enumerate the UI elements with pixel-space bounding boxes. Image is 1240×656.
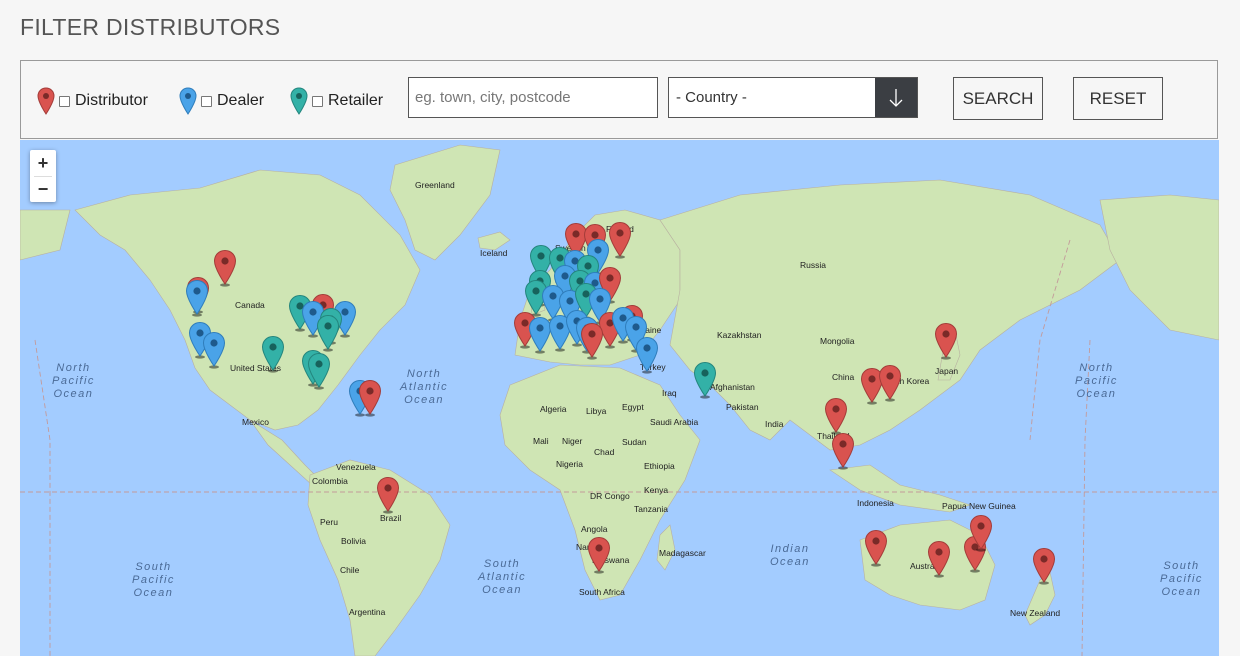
ocean-label: South Pacific Ocean [1160, 560, 1203, 598]
dealer-checkbox[interactable] [201, 95, 212, 107]
map-label: Libya [586, 406, 607, 416]
ocean-label: North Pacific Ocean [1075, 362, 1118, 400]
map-label: Ethiopia [644, 461, 675, 471]
dealer-marker[interactable] [202, 331, 226, 369]
filter-dealer[interactable]: Dealer [179, 87, 264, 115]
ocean-label: South Pacific Ocean [132, 561, 175, 599]
country-dropdown-toggle[interactable] [875, 78, 917, 117]
map-label: Sudan [622, 437, 647, 447]
filter-distributor[interactable]: Distributor [37, 87, 148, 115]
map-label: Colombia [312, 476, 348, 486]
location-search-input[interactable] [408, 77, 658, 118]
filter-retailer[interactable]: Retailer [290, 87, 383, 115]
distributor-map[interactable]: GreenlandIcelandFinlandSwedenRussiaCanad… [20, 140, 1219, 656]
distributor-marker[interactable] [831, 432, 855, 470]
distributor-marker[interactable] [864, 529, 888, 567]
map-label: Papua New Guinea [942, 501, 1016, 511]
ocean-label: North Pacific Ocean [52, 362, 95, 400]
dealer-marker[interactable] [635, 336, 659, 374]
page-title: FILTER DISTRIBUTORS [20, 14, 281, 40]
dealer-label: Dealer [217, 92, 265, 109]
map-label: Russia [800, 260, 826, 270]
distributor-marker[interactable] [927, 540, 951, 578]
retailer-marker[interactable] [307, 352, 331, 390]
map-pin-blue-icon [179, 87, 197, 115]
distributor-checkbox[interactable] [59, 95, 70, 107]
map-label: Mongolia [820, 336, 855, 346]
map-label: Angola [581, 524, 608, 534]
map-label: Mali [533, 436, 549, 446]
ocean-label: Indian Ocean [770, 543, 810, 568]
map-label: Iraq [662, 388, 677, 398]
map-label: Algeria [540, 404, 567, 414]
map-label: Madagascar [659, 548, 706, 558]
zoom-controls: + − [30, 150, 56, 202]
retailer-marker[interactable] [261, 335, 285, 373]
map-label: Mexico [242, 417, 269, 427]
distributor-label: Distributor [75, 92, 148, 109]
map-label: New Zealand [1010, 608, 1061, 618]
map-label: Peru [320, 517, 338, 527]
map-label: Egypt [622, 402, 644, 412]
map-label: Brazil [380, 513, 402, 523]
distributor-marker[interactable] [608, 221, 632, 259]
map-pin-teal-icon [290, 87, 308, 115]
distributor-marker[interactable] [1032, 547, 1056, 585]
map-label: Pakistan [726, 402, 759, 412]
map-label: Tanzania [634, 504, 669, 514]
retailer-marker[interactable] [693, 361, 717, 399]
map-label: India [765, 419, 784, 429]
filter-bar: Distributor Dealer Retailer - Country - … [20, 60, 1218, 139]
map-label: Indonesia [857, 498, 894, 508]
map-label: South Africa [579, 587, 625, 597]
map-label: Kenya [644, 485, 669, 495]
distributor-marker[interactable] [376, 476, 400, 514]
arrow-down-icon [889, 89, 903, 107]
retailer-checkbox[interactable] [312, 95, 323, 107]
map-label: Bolivia [341, 536, 367, 546]
country-select[interactable]: - Country - [668, 77, 918, 118]
map-label: Greenland [415, 180, 455, 190]
distributor-marker[interactable] [878, 364, 902, 402]
retailer-marker[interactable] [316, 314, 340, 352]
reset-button[interactable]: RESET [1073, 77, 1163, 120]
distributor-marker[interactable] [580, 322, 604, 360]
map-label: Saudi Arabia [650, 417, 699, 427]
map-label: Venezuela [336, 462, 376, 472]
dealer-marker[interactable] [185, 279, 209, 317]
distributor-marker[interactable] [358, 379, 382, 417]
retailer-label: Retailer [328, 92, 384, 109]
map-label: Japan [935, 366, 959, 376]
map-label: China [832, 372, 855, 382]
map-pin-red-icon [37, 87, 55, 115]
distributor-marker[interactable] [934, 322, 958, 360]
map-label: DR Congo [590, 491, 630, 501]
map-label: Chile [340, 565, 360, 575]
map-label: Iceland [480, 248, 508, 258]
search-button[interactable]: SEARCH [953, 77, 1043, 120]
zoom-in-button[interactable]: + [30, 150, 56, 176]
ocean-label: North Atlantic Ocean [400, 368, 449, 406]
distributor-marker[interactable] [587, 536, 611, 574]
distributor-marker[interactable] [969, 514, 993, 552]
map-label: Nigeria [556, 459, 583, 469]
distributor-marker[interactable] [213, 249, 237, 287]
map-label: Chad [594, 447, 615, 457]
map-label: Niger [562, 436, 583, 446]
map-label: Argentina [349, 607, 386, 617]
zoom-out-button[interactable]: − [30, 176, 56, 202]
distributor-marker[interactable] [824, 397, 848, 435]
map-label: Canada [235, 300, 265, 310]
map-label: Kazakhstan [717, 330, 762, 340]
ocean-label: South Atlantic Ocean [478, 558, 527, 596]
country-select-value: - Country - [676, 89, 747, 106]
